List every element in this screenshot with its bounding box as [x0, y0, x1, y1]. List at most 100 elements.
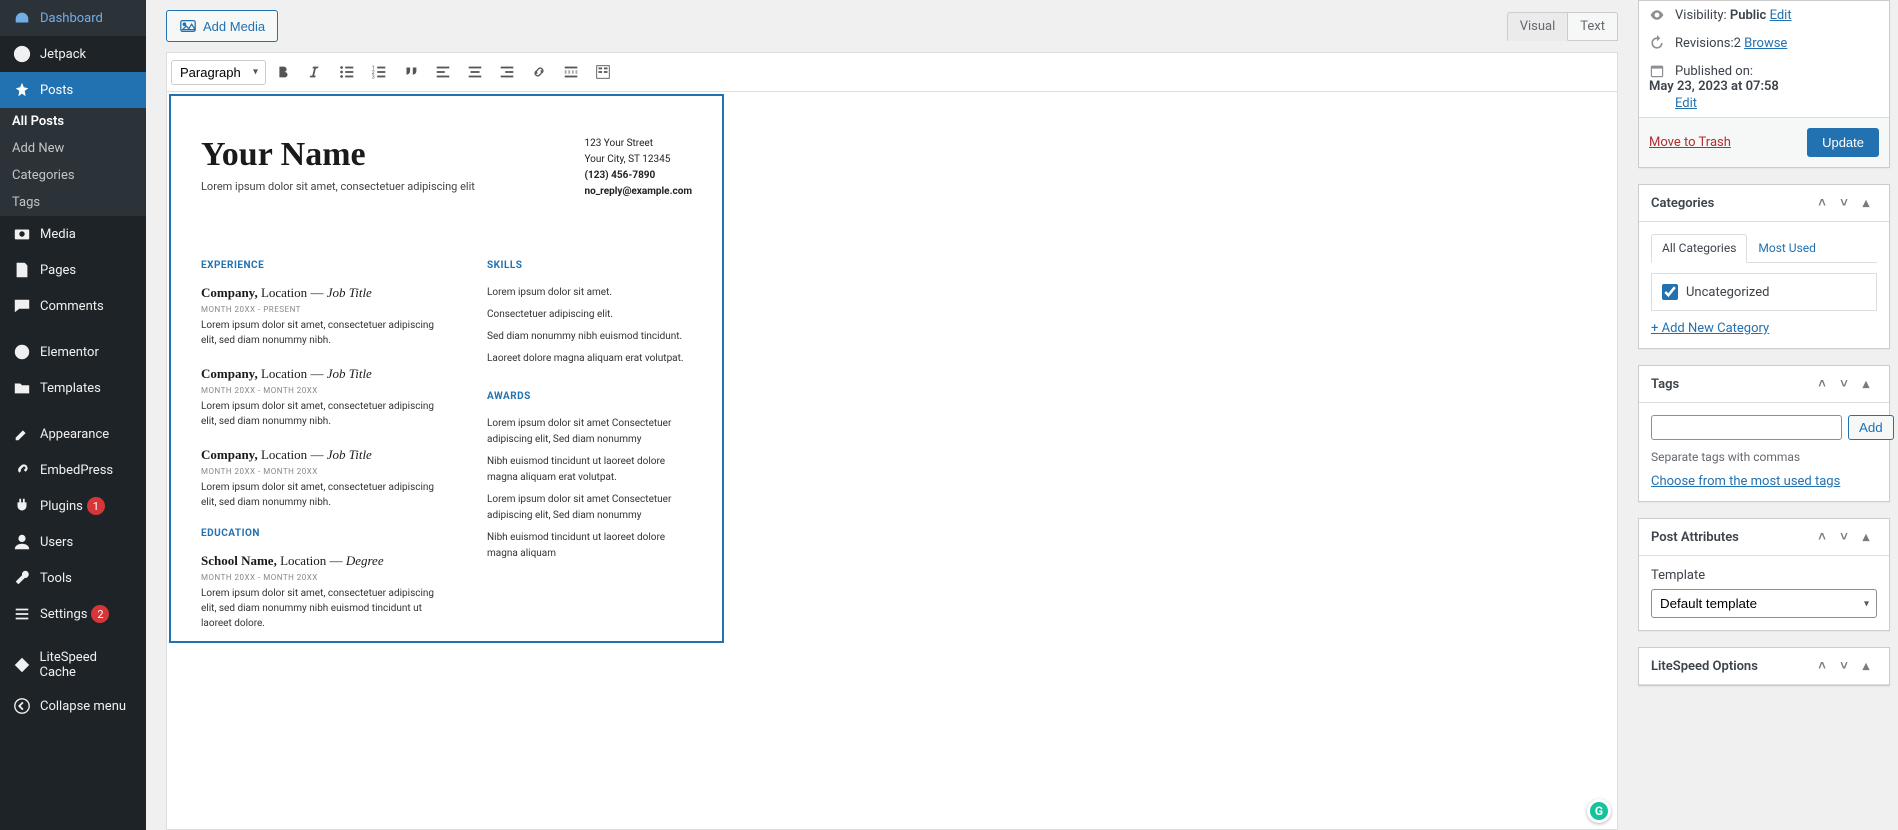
grammarly-icon[interactable]: G [1587, 799, 1611, 823]
sidebar-item-comments[interactable]: Comments [0, 288, 146, 324]
template-select[interactable]: Default template [1651, 589, 1877, 618]
wrench-icon [12, 568, 32, 588]
category-item-uncategorized[interactable]: Uncategorized [1662, 284, 1866, 300]
category-checkbox[interactable] [1662, 284, 1678, 300]
template-label: Template [1651, 568, 1877, 583]
panel-up-icon[interactable]: ˄ [1811, 195, 1833, 211]
sidebar-label: Dashboard [40, 11, 103, 26]
panel-toggle-icon[interactable]: ▴ [1855, 196, 1877, 211]
add-tag-button[interactable]: Add [1848, 415, 1894, 440]
sidebar-item-elementor[interactable]: Elementor [0, 334, 146, 370]
panel-title: Post Attributes [1651, 530, 1811, 545]
panel-down-icon[interactable]: ˅ [1833, 658, 1855, 674]
jetpack-icon [12, 44, 32, 64]
plug-icon [12, 496, 32, 516]
sidebar-item-media[interactable]: Media [0, 216, 146, 252]
embedded-document: Your Name Lorem ipsum dolor sit amet, co… [169, 94, 724, 643]
panel-down-icon[interactable]: ˅ [1833, 195, 1855, 211]
sidebar-item-embedpress[interactable]: EmbedPress [0, 452, 146, 488]
choose-tags-link[interactable]: Choose from the most used tags [1651, 474, 1840, 489]
tags-panel: Tags ˄ ˅ ▴ Add Separate tags with commas… [1638, 365, 1890, 502]
sidebar-item-appearance[interactable]: Appearance [0, 416, 146, 452]
doc-skill: Laoreet dolore magna aliquam erat volutp… [487, 351, 692, 367]
categories-panel: Categories ˄ ˅ ▴ All Categories Most Use… [1638, 184, 1890, 349]
doc-award: Lorem ipsum dolor sit amet Consectetuer … [487, 492, 692, 524]
italic-button[interactable] [300, 57, 330, 87]
toolbar-toggle-button[interactable] [588, 57, 618, 87]
align-right-button[interactable] [492, 57, 522, 87]
sidebar-label: Elementor [40, 345, 99, 360]
readmore-button[interactable] [556, 57, 586, 87]
sidebar-item-jetpack[interactable]: Jetpack [0, 36, 146, 72]
admin-sidebar: Dashboard Jetpack Posts All Posts Add Ne… [0, 0, 146, 830]
format-select[interactable]: Paragraph [171, 60, 266, 85]
align-center-button[interactable] [460, 57, 490, 87]
add-media-button[interactable]: Add Media [166, 10, 278, 42]
visibility-edit-link[interactable]: Edit [1770, 8, 1792, 23]
calendar-icon [1649, 63, 1667, 79]
panel-toggle-icon[interactable]: ▴ [1855, 377, 1877, 392]
sidebar-sub-categories[interactable]: Categories [0, 162, 146, 189]
eye-icon [1649, 7, 1667, 23]
doc-experience-entry: Company, Location — Job Title MONTH 20XX… [201, 285, 447, 348]
align-left-button[interactable] [428, 57, 458, 87]
doc-award: Lorem ipsum dolor sit amet Consectetuer … [487, 416, 692, 448]
tab-text[interactable]: Text [1568, 12, 1618, 41]
panel-toggle-icon[interactable]: ▴ [1855, 659, 1877, 674]
panel-toggle-icon[interactable]: ▴ [1855, 530, 1877, 545]
add-new-category-link[interactable]: + Add New Category [1651, 321, 1769, 336]
quote-button[interactable] [396, 57, 426, 87]
sidebar-item-templates[interactable]: Templates [0, 370, 146, 406]
collapse-icon [12, 696, 32, 716]
panel-up-icon[interactable]: ˄ [1811, 529, 1833, 545]
tab-all-categories[interactable]: All Categories [1651, 234, 1747, 263]
comment-icon [12, 296, 32, 316]
tags-input[interactable] [1651, 415, 1842, 440]
sidebar-label: Collapse menu [40, 699, 126, 714]
sidebar-item-collapse[interactable]: Collapse menu [0, 688, 146, 724]
sidebar-item-users[interactable]: Users [0, 524, 146, 560]
cache-icon [12, 655, 31, 675]
tab-most-used[interactable]: Most Used [1747, 234, 1827, 262]
bullet-list-button[interactable] [332, 57, 362, 87]
sidebar-item-pages[interactable]: Pages [0, 252, 146, 288]
sidebar-item-tools[interactable]: Tools [0, 560, 146, 596]
sidebar-label: Plugins [40, 499, 83, 514]
pin-icon [12, 80, 32, 100]
numbered-list-button[interactable]: 123 [364, 57, 394, 87]
plugins-badge: 1 [87, 497, 105, 515]
published-edit-link[interactable]: Edit [1675, 96, 1879, 111]
published-row: Published on: May 23, 2023 at 07:58 Edit [1639, 57, 1889, 117]
sidebar-sub-tags[interactable]: Tags [0, 189, 146, 216]
tab-visual[interactable]: Visual [1507, 12, 1569, 41]
link-icon [12, 460, 32, 480]
sidebar-label: Pages [40, 263, 76, 278]
update-button[interactable]: Update [1807, 128, 1879, 157]
elementor-icon [12, 342, 32, 362]
doc-section-skills: SKILLS [487, 260, 692, 271]
sidebar-item-settings[interactable]: Settings 2 [0, 596, 146, 632]
bold-button[interactable] [268, 57, 298, 87]
doc-skill: Sed diam nonummy nibh euismod tincidunt. [487, 329, 692, 345]
move-to-trash-link[interactable]: Move to Trash [1649, 135, 1731, 150]
brush-icon [12, 424, 32, 444]
editor-canvas[interactable]: Your Name Lorem ipsum dolor sit amet, co… [166, 92, 1618, 830]
panel-down-icon[interactable]: ˅ [1833, 376, 1855, 392]
sidebar-sub-all-posts[interactable]: All Posts [0, 108, 146, 135]
sidebar-label: Tools [40, 571, 72, 586]
link-button[interactable] [524, 57, 554, 87]
litespeed-panel: LiteSpeed Options ˄ ˅ ▴ [1638, 647, 1890, 686]
settings-badge: 2 [91, 605, 109, 623]
panel-up-icon[interactable]: ˄ [1811, 658, 1833, 674]
panel-down-icon[interactable]: ˅ [1833, 529, 1855, 545]
sidebar-item-plugins[interactable]: Plugins 1 [0, 488, 146, 524]
panel-up-icon[interactable]: ˄ [1811, 376, 1833, 392]
sidebar-sub-add-new[interactable]: Add New [0, 135, 146, 162]
sidebar-item-dashboard[interactable]: Dashboard [0, 0, 146, 36]
meta-sidebar: Visibility: Public Edit Revisions: 2 Bro… [1638, 0, 1898, 830]
sidebar-item-litespeed[interactable]: LiteSpeed Cache [0, 642, 146, 688]
editor-toolbar: Paragraph 123 [166, 52, 1618, 92]
revisions-browse-link[interactable]: Browse [1744, 36, 1787, 51]
sidebar-item-posts[interactable]: Posts [0, 72, 146, 108]
tags-help-text: Separate tags with commas [1651, 450, 1877, 464]
